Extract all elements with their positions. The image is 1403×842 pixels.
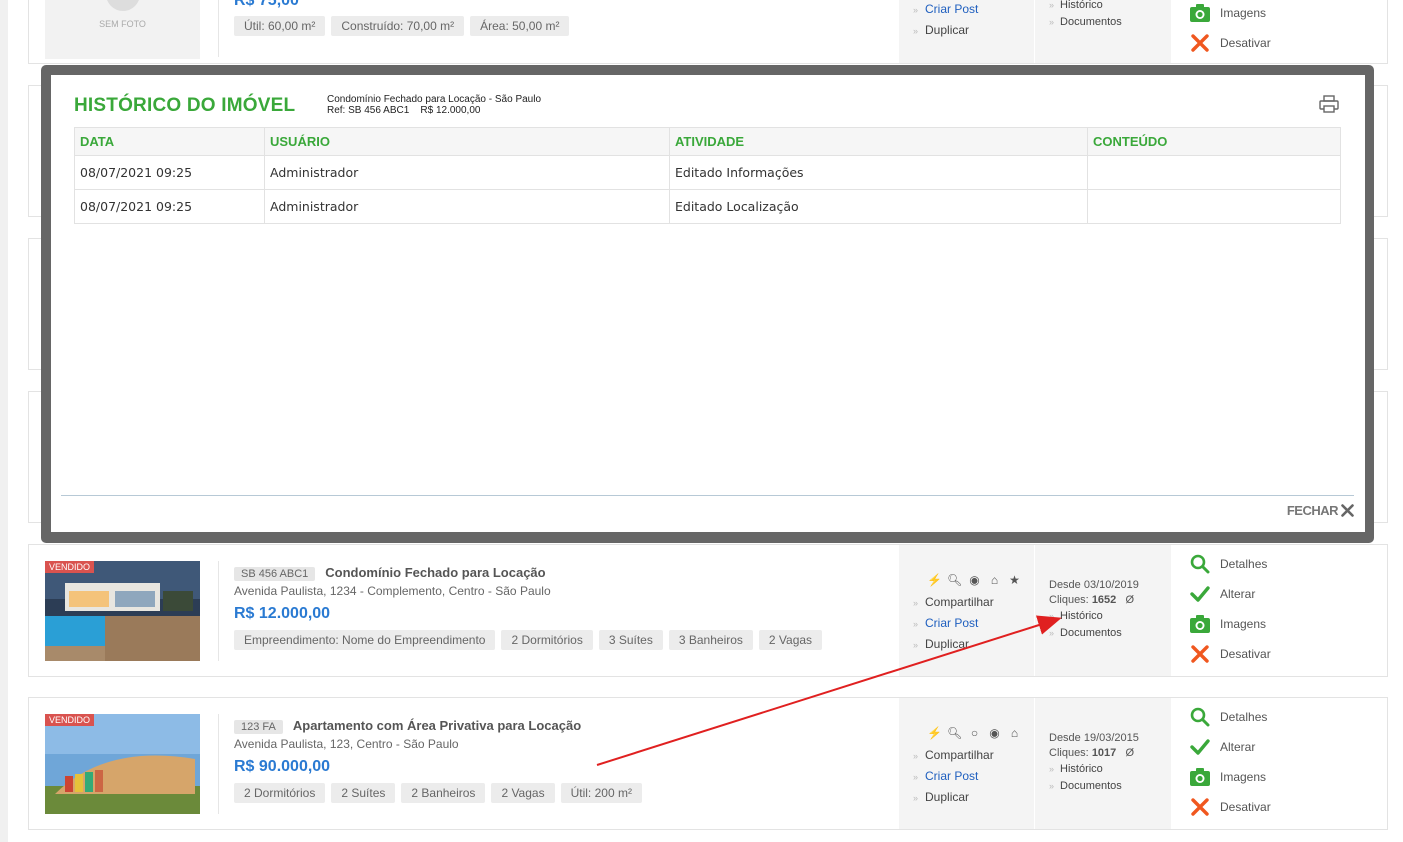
modal-title: HISTÓRICO DO IMÓVEL — [74, 95, 296, 116]
modal-subtitle: Condomínio Fechado para Locação - São Pa… — [327, 94, 542, 116]
close-icon — [1341, 504, 1354, 517]
col-header-content: CONTEÚDO — [1087, 127, 1341, 156]
cell-activity: Editado Informações — [669, 155, 1088, 190]
col-header-date: DATA — [74, 127, 265, 156]
cell-activity: Editado Localização — [669, 189, 1088, 224]
modal-divider — [61, 495, 1354, 496]
cell-user: Administrador — [264, 189, 670, 224]
close-button[interactable]: FECHAR — [1287, 503, 1354, 518]
sold-badge: VENDIDO — [45, 714, 95, 726]
history-modal: HISTÓRICO DO IMÓVEL Condomínio Fechado p… — [51, 75, 1365, 532]
col-header-user: USUÁRIO — [264, 127, 670, 156]
table-row: 08/07/2021 09:25 Administrador Editado I… — [74, 155, 1341, 190]
cell-content — [1087, 155, 1341, 190]
history-table: DATA USUÁRIO ATIVIDADE CONTEÚDO 08/07/20… — [74, 127, 1341, 224]
cell-content — [1087, 189, 1341, 224]
sold-badge: VENDIDO — [45, 561, 95, 573]
cell-date: 08/07/2021 09:25 — [74, 189, 265, 224]
print-icon[interactable] — [1319, 95, 1339, 116]
cell-date: 08/07/2021 09:25 — [74, 155, 265, 190]
cell-user: Administrador — [264, 155, 670, 190]
table-row: 08/07/2021 09:25 Administrador Editado L… — [74, 189, 1341, 224]
col-header-activity: ATIVIDADE — [669, 127, 1088, 156]
